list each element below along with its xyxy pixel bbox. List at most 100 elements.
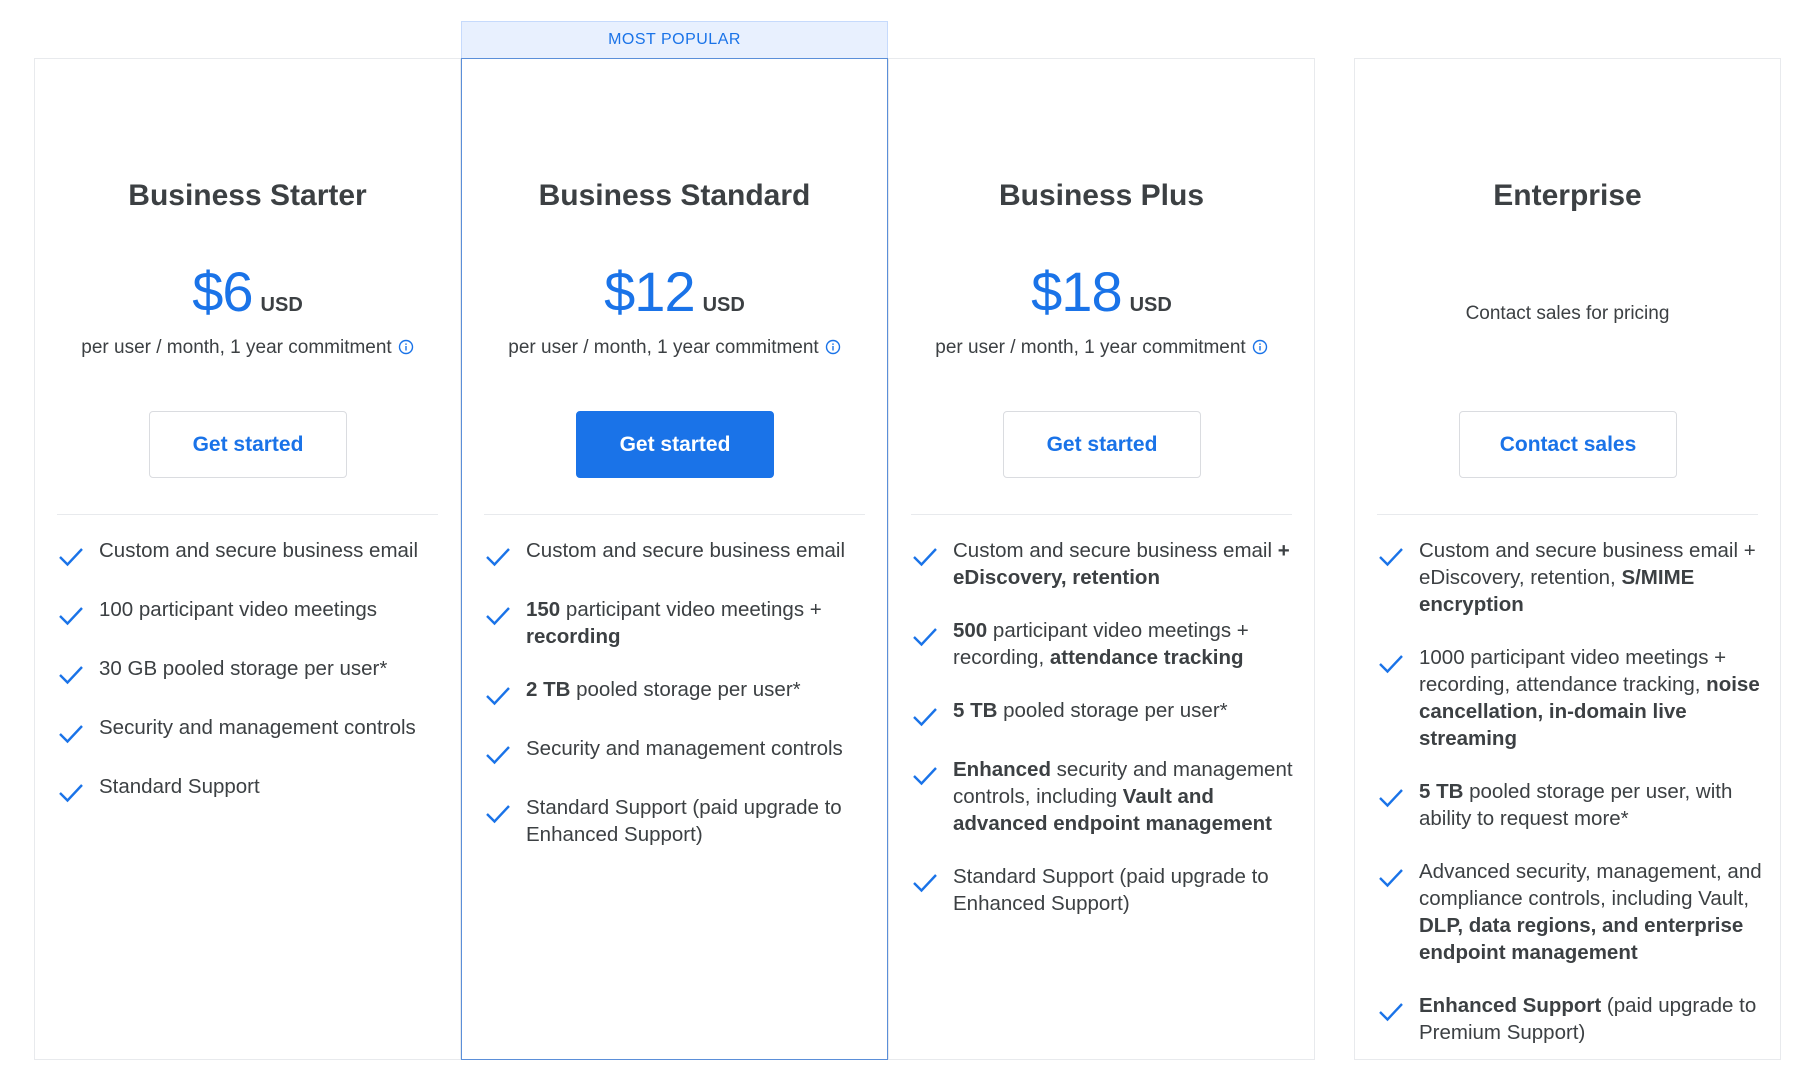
price-note: per user / month, 1 year commitment xyxy=(889,337,1314,359)
feature-text: Custom and secure business email xyxy=(99,537,418,564)
feature-text: Standard Support (paid upgrade to Enhanc… xyxy=(526,794,873,848)
feature-text-part: 30 GB pooled storage per user* xyxy=(99,657,388,680)
checkmark-icon xyxy=(486,687,510,706)
feature-item: Standard Support xyxy=(57,773,446,806)
feature-text-bold: 500 xyxy=(953,619,988,642)
feature-text: Security and management controls xyxy=(526,735,843,762)
plan-card-business-plus: Business Plus $18 USD per user / month, 1… xyxy=(888,58,1315,1060)
feature-text: 2 TB pooled storage per user* xyxy=(526,676,801,703)
feature-text-part: pooled storage per user, with ability to… xyxy=(1419,780,1733,830)
feature-text-part: pooled storage per user* xyxy=(570,678,801,701)
feature-text-part: Custom and secure business email xyxy=(953,539,1278,562)
info-icon[interactable] xyxy=(825,339,841,355)
feature-text-bold: 150 xyxy=(526,598,561,621)
checkmark-icon xyxy=(486,746,510,765)
plan-card-business-starter: Business Starter $6 USD per user / month,… xyxy=(34,58,461,1060)
plan-card-enterprise: Enterprise Contact sales for pricing Con… xyxy=(1354,58,1781,1060)
feature-item: Advanced security, management, and compl… xyxy=(1377,858,1766,966)
plan-name: Enterprise xyxy=(1493,179,1642,212)
divider xyxy=(911,514,1292,515)
feature-list: Custom and secure business email + eDisc… xyxy=(1377,537,1766,1072)
checkmark-icon xyxy=(59,784,83,803)
contact-sales-button[interactable]: Contact sales xyxy=(1459,411,1677,478)
checkmark-icon xyxy=(913,548,937,567)
get-started-button[interactable]: Get started xyxy=(576,411,774,478)
feature-item: 500 participant video meetings + recordi… xyxy=(911,617,1300,671)
feature-text-bold: recording xyxy=(526,625,621,648)
plan-name: Business Plus xyxy=(998,179,1205,212)
feature-text: Standard Support xyxy=(99,773,260,800)
feature-text-bold: DLP, data regions, and enterprise endpoi… xyxy=(1419,914,1744,964)
checkmark-icon xyxy=(486,548,510,567)
feature-text-part: Custom and secure business email xyxy=(526,539,846,562)
checkmark-icon xyxy=(59,725,83,744)
feature-text-bold: Enhanced xyxy=(953,758,1051,781)
price-note: per user / month, 1 year commitment xyxy=(35,337,460,359)
info-icon[interactable] xyxy=(398,339,414,355)
checkmark-icon xyxy=(1379,548,1403,567)
info-icon[interactable] xyxy=(1252,339,1268,355)
price-amount: $12 xyxy=(604,260,695,323)
feature-text-part: participant video meetings + xyxy=(560,598,822,621)
feature-item: 150 participant video meetings + recordi… xyxy=(484,596,873,650)
get-started-button[interactable]: Get started xyxy=(149,411,347,478)
checkmark-icon xyxy=(1379,1003,1403,1022)
plan-name: Business Starter xyxy=(128,179,367,212)
feature-text-bold: 5 TB xyxy=(953,699,998,722)
feature-text-part: Standard Support xyxy=(99,775,260,798)
feature-list: Custom and secure business email 100 part… xyxy=(57,537,446,832)
price-note-text: per user / month, 1 year commitment xyxy=(508,337,819,358)
checkmark-icon xyxy=(486,805,510,824)
feature-item: 30 GB pooled storage per user* xyxy=(57,655,446,688)
feature-item: 2 TB pooled storage per user* xyxy=(484,676,873,709)
checkmark-icon xyxy=(486,607,510,626)
feature-item: Security and management controls xyxy=(57,714,446,747)
checkmark-icon xyxy=(59,607,83,626)
price-currency: USD xyxy=(702,294,745,316)
price-currency: USD xyxy=(1129,294,1172,316)
plan-price: $18 USD xyxy=(889,259,1314,324)
feature-item: 100 participant video meetings xyxy=(57,596,446,629)
feature-text-part: Advanced security, management, and compl… xyxy=(1419,860,1762,910)
feature-text-part: Standard Support (paid upgrade to Enhanc… xyxy=(953,865,1269,915)
contact-sales-note: Contact sales for pricing xyxy=(1465,303,1670,324)
price-amount: $6 xyxy=(192,260,253,323)
feature-text: 30 GB pooled storage per user* xyxy=(99,655,387,682)
feature-item: Standard Support (paid upgrade to Enhanc… xyxy=(911,863,1300,917)
feature-item: 1000 participant video meetings + record… xyxy=(1377,644,1766,752)
most-popular-badge: MOST POPULAR xyxy=(461,21,888,58)
feature-text-part: Custom and secure business email xyxy=(99,539,419,562)
feature-text: Enhanced Support (paid upgrade to Premiu… xyxy=(1419,992,1766,1046)
feature-text: 5 TB pooled storage per user, with abili… xyxy=(1419,778,1766,832)
feature-text-part: 100 participant video meetings xyxy=(99,598,378,621)
feature-item: Custom and secure business email xyxy=(484,537,873,570)
divider xyxy=(57,514,438,515)
divider xyxy=(1377,514,1758,515)
feature-text-part: Standard Support (paid upgrade to Enhanc… xyxy=(526,796,842,846)
feature-list: Custom and secure business email + eDisc… xyxy=(911,537,1300,943)
feature-text: 1000 participant video meetings + record… xyxy=(1419,644,1766,752)
feature-text-part: Security and management controls xyxy=(99,716,416,739)
feature-item: 5 TB pooled storage per user* xyxy=(911,697,1300,730)
plan-name: Business Standard xyxy=(538,179,811,212)
checkmark-icon xyxy=(913,628,937,647)
price-currency: USD xyxy=(260,294,303,316)
checkmark-icon xyxy=(913,767,937,786)
get-started-button[interactable]: Get started xyxy=(1003,411,1201,478)
price-amount: $18 xyxy=(1031,260,1122,323)
checkmark-icon xyxy=(913,708,937,727)
feature-text-part: pooled storage per user* xyxy=(997,699,1228,722)
feature-text: Advanced security, management, and compl… xyxy=(1419,858,1766,966)
feature-text-part: Custom and secure business email + eDisc… xyxy=(1419,539,1756,589)
feature-text-part: 1000 participant video meetings + record… xyxy=(1419,646,1727,696)
feature-text: Custom and secure business email + eDisc… xyxy=(953,537,1300,591)
feature-list: Custom and secure business email 150 part… xyxy=(484,537,873,874)
feature-item: Enhanced security and management control… xyxy=(911,756,1300,837)
feature-text: 150 participant video meetings + recordi… xyxy=(526,596,873,650)
feature-text: Standard Support (paid upgrade to Enhanc… xyxy=(953,863,1300,917)
feature-text: Enhanced security and management control… xyxy=(953,756,1300,837)
feature-text-bold: attendance tracking xyxy=(1049,646,1244,669)
checkmark-icon xyxy=(59,548,83,567)
price-note: per user / month, 1 year commitment xyxy=(462,337,887,359)
feature-text-part: Security and management controls xyxy=(526,737,843,760)
